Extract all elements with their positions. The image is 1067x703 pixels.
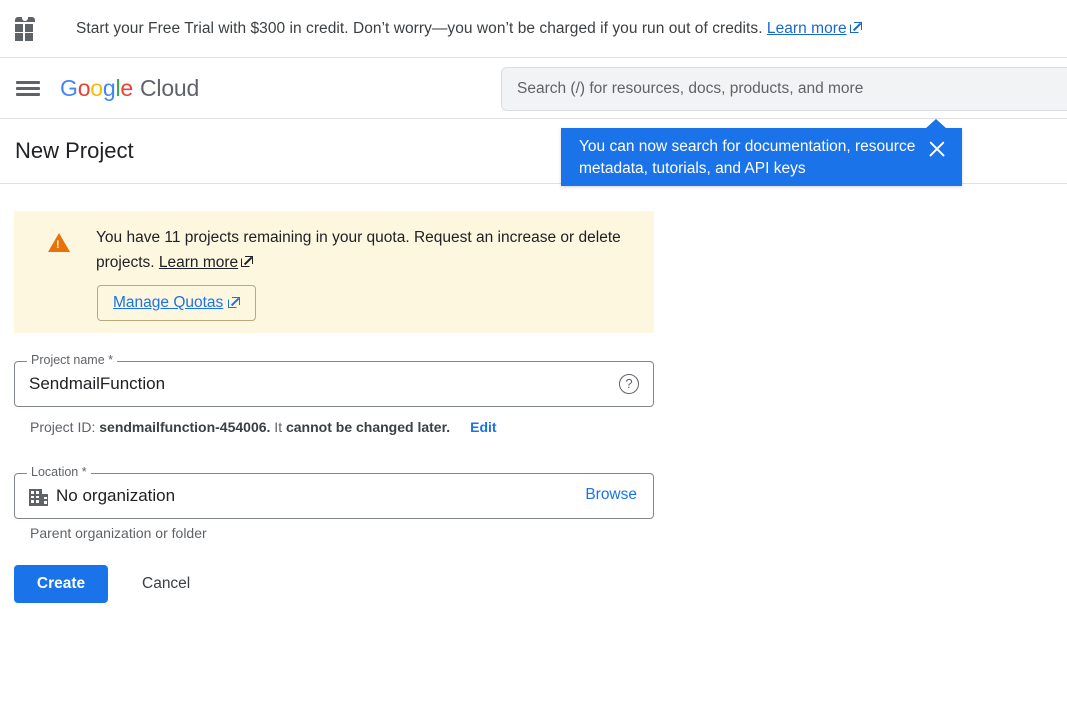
logo-letter-e: e xyxy=(120,74,133,101)
project-name-value: SendmailFunction xyxy=(29,374,166,393)
logo-letter-g: G xyxy=(60,74,78,101)
manage-quotas-label: Manage Quotas xyxy=(113,294,224,311)
hamburger-menu-icon[interactable] xyxy=(8,68,48,108)
external-link-icon xyxy=(241,256,254,268)
project-id-immutable-note: cannot be changed later. xyxy=(285,419,451,435)
project-name-field[interactable]: Project name * SendmailFunction ? xyxy=(14,353,654,407)
search-feature-callout: You can now search for documentation, re… xyxy=(561,119,962,186)
manage-quotas-button[interactable]: Manage Quotas xyxy=(97,285,257,321)
promo-learn-more-link[interactable]: Learn more xyxy=(767,20,847,37)
project-id-value: sendmailfunction-454006. xyxy=(99,419,271,435)
logo-letter-o2: o xyxy=(90,74,103,101)
location-hint: Parent organization or folder xyxy=(30,525,207,541)
location-value: No organization xyxy=(56,486,176,505)
promo-learn-more-label: Learn more xyxy=(766,19,847,37)
logo-cloud-text: Cloud xyxy=(140,74,200,101)
gift-icon xyxy=(12,16,38,42)
quota-warning-text: You have 11 projects remaining in your q… xyxy=(96,225,631,275)
callout-pointer-arrow xyxy=(925,119,947,129)
project-name-label: Project name * xyxy=(27,353,117,367)
warning-triangle-icon xyxy=(48,233,70,252)
cancel-button[interactable]: Cancel xyxy=(128,565,204,603)
free-trial-promo-bar: Start your Free Trial with $300 in credi… xyxy=(0,0,1067,58)
callout-message: You can now search for documentation, re… xyxy=(579,138,916,177)
browse-location-link[interactable]: Browse xyxy=(585,486,637,504)
create-button[interactable]: Create xyxy=(14,565,108,603)
location-label: Location * xyxy=(27,465,91,479)
google-cloud-logo[interactable]: Google Cloud xyxy=(60,75,199,102)
project-id-hint: Project ID: sendmailfunction-454006. It … xyxy=(30,419,497,435)
location-field[interactable]: Location * No organization Browse xyxy=(14,465,654,519)
search-placeholder: Search (/) for resources, docs, products… xyxy=(517,80,864,97)
page-title: New Project xyxy=(15,138,134,163)
logo-letter-g2: g xyxy=(102,74,116,101)
external-link-icon xyxy=(849,21,862,34)
promo-text: Start your Free Trial with $300 in credi… xyxy=(76,20,862,38)
project-id-middle: It xyxy=(270,419,286,435)
organization-building-icon xyxy=(29,487,48,506)
edit-project-id-link[interactable]: Edit xyxy=(470,419,496,435)
project-id-prefix: Project ID: xyxy=(30,419,100,435)
logo-letter-o1: o xyxy=(77,74,91,101)
close-icon[interactable] xyxy=(926,138,948,160)
promo-message: Start your Free Trial with $300 in credi… xyxy=(76,19,763,37)
quota-learn-more-label: Learn more xyxy=(158,254,239,271)
global-search-input[interactable]: Search (/) for resources, docs, products… xyxy=(501,67,1067,111)
help-circle-icon[interactable]: ? xyxy=(619,374,639,394)
quota-learn-more-link[interactable]: Learn more xyxy=(159,254,238,271)
external-link-icon xyxy=(228,297,241,309)
